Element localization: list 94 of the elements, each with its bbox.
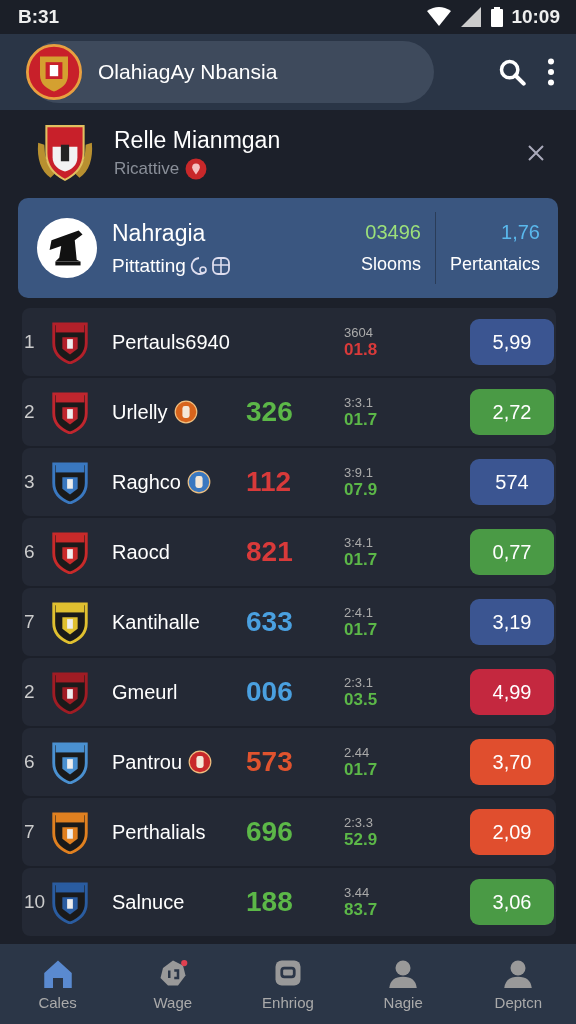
crest-icon: [50, 530, 90, 574]
figure-logo-icon: [36, 217, 98, 279]
nav-tab[interactable]: Enhriog: [242, 957, 333, 1011]
score: 326: [246, 396, 293, 428]
team-name: Salnuce: [112, 890, 185, 914]
nav-tab[interactable]: Wage: [127, 957, 218, 1011]
stat-small: 2:3.1: [344, 674, 374, 690]
featured-name: Nahragia: [112, 219, 207, 247]
nav-label: Enhriog: [262, 993, 314, 1011]
crest-icon: [50, 320, 90, 364]
rank-number: 10: [23, 891, 47, 913]
status-time: 10:09: [511, 6, 560, 28]
crest-icon: [50, 880, 90, 924]
team-name: Raocd: [112, 540, 170, 564]
rank-number: 1: [23, 331, 36, 353]
pin-icon: [185, 157, 208, 180]
battery-icon: [491, 7, 504, 27]
crest-icon: [50, 810, 90, 854]
stat-small: 3:9.1: [344, 464, 374, 480]
odds-button[interactable]: 5,99: [470, 319, 554, 365]
nav-tab[interactable]: Deptcn: [473, 957, 564, 1011]
stat-small: 3.44: [344, 884, 371, 900]
rank-number: 7: [23, 821, 36, 843]
signal-icon: [459, 7, 484, 27]
nav-tab[interactable]: Cales: [12, 957, 103, 1011]
rank-number: 6: [23, 541, 36, 563]
app-title: OlahiagAy Nbansia: [98, 60, 278, 84]
rank-number: 2: [23, 401, 36, 423]
crest-icon: [50, 740, 90, 784]
stat-value: 07.9: [344, 479, 379, 500]
stat-value: 01.7: [344, 409, 379, 430]
stat-small: 3604: [344, 324, 374, 340]
rank-number: 2: [23, 681, 36, 703]
score: 006: [246, 676, 293, 708]
crest-icon: [50, 390, 90, 434]
odds-button[interactable]: 0,77: [470, 529, 554, 575]
stat-value: 52.9: [344, 829, 379, 850]
stat-small: 3:3.1: [344, 394, 374, 410]
odds-button[interactable]: 3,06: [470, 879, 554, 925]
team-name: Relle Mianmgan: [114, 126, 282, 154]
stat-label: Pertantaics: [449, 254, 540, 275]
stat-value: 03496: [365, 221, 421, 244]
clock-icon: [189, 255, 208, 276]
nav-label: Cales: [38, 993, 77, 1011]
stat-value: 01.7: [344, 549, 379, 570]
stat-label: Slooms: [360, 254, 421, 275]
close-icon[interactable]: [526, 143, 546, 163]
nav-label: Wage: [153, 993, 193, 1011]
score: 573: [246, 746, 293, 778]
rank-number: 7: [23, 611, 36, 633]
score: 821: [246, 536, 293, 568]
nav-label: Nagie: [383, 993, 423, 1011]
status-time: B:31: [18, 6, 60, 28]
stat-small: 2:4.1: [344, 604, 374, 620]
stat-value: 03.5: [344, 689, 379, 710]
score: 696: [246, 816, 293, 848]
team-name: Raghco: [112, 470, 181, 494]
team-name: Pertauls6940: [112, 330, 230, 354]
featured-subtitle: Pittatting: [112, 254, 186, 277]
odds-button[interactable]: 3,19: [470, 599, 554, 645]
stat-small: 2.44: [344, 744, 371, 760]
team-name: Urlelly: [112, 400, 168, 424]
odds-button[interactable]: 2,72: [470, 389, 554, 435]
rank-number: 6: [23, 751, 36, 773]
crest-logo-icon: [26, 44, 82, 100]
stat-value: 1,76: [501, 221, 540, 244]
odds-button[interactable]: 2,09: [470, 809, 554, 855]
odds-button[interactable]: 4,99: [470, 669, 554, 715]
nav-tab[interactable]: Nagie: [358, 957, 449, 1011]
stat-small: 3:4.1: [344, 534, 374, 550]
team-name: Perthalials: [112, 820, 206, 844]
team-name: Pantrou: [112, 750, 183, 774]
crest-icon: [50, 460, 90, 504]
team-subtitle: Ricattive: [114, 158, 180, 179]
stat-value: 01.7: [344, 619, 379, 640]
stat-value: 83.7: [344, 899, 379, 920]
stat-small: 2:3.3: [344, 814, 374, 830]
more-icon[interactable]: [546, 58, 556, 86]
search-icon[interactable]: [498, 58, 526, 86]
crest-icon: [50, 670, 90, 714]
crest-icon: [50, 600, 90, 644]
rank-number: 3: [23, 471, 36, 493]
score: 633: [246, 606, 293, 638]
odds-button[interactable]: 574: [470, 459, 554, 505]
team-name: Kantihalle: [112, 610, 200, 634]
score: 188: [246, 886, 293, 918]
stat-value: 01.8: [344, 339, 379, 360]
grid-icon: [211, 255, 230, 276]
stat-value: 01.7: [344, 759, 379, 780]
odds-button[interactable]: 3,70: [470, 739, 554, 785]
team-name: Gmeurl: [112, 680, 178, 704]
score: 112: [246, 466, 292, 498]
wifi-icon: [427, 7, 452, 27]
nav-label: Deptcn: [494, 993, 543, 1011]
